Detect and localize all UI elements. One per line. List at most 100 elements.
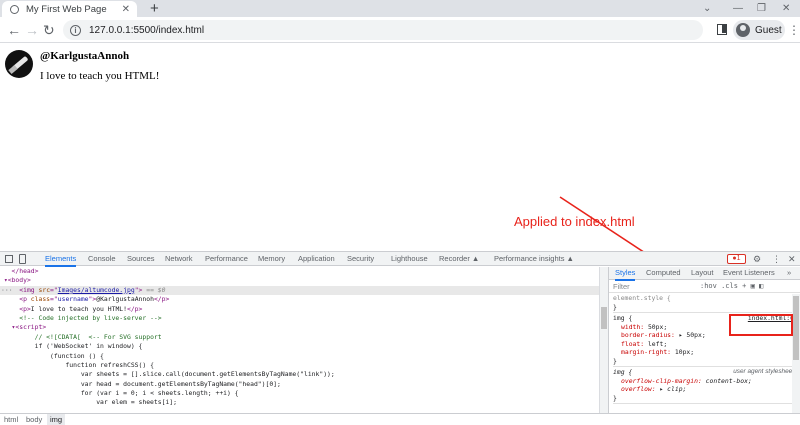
avatar-icon: [736, 23, 750, 37]
address-bar[interactable]: i 127.0.0.1:5500/index.html: [63, 20, 703, 40]
css-declaration[interactable]: border-radius: ▸ 50px;: [613, 331, 800, 340]
dom-code-line: var elem = sheets[i];: [96, 398, 177, 407]
tab-strip: My First Web Page ✕ + ⌄ — ❐ ✕: [0, 0, 800, 17]
rule-element-style[interactable]: element.style { }: [613, 293, 800, 313]
reload-icon[interactable]: ↻: [43, 22, 55, 38]
dom-node-script[interactable]: ▾<script>: [0, 323, 599, 332]
back-icon[interactable]: ←: [7, 22, 21, 38]
dom-head-close: </head>: [11, 267, 39, 275]
dom-code-line: (function () {: [50, 351, 104, 360]
dom-code-line: function refreshCSS() {: [65, 360, 154, 369]
dom-bio-text: I love to teach you HTML!: [30, 304, 127, 313]
dom-code-line: var head = document.getElementsByTagName…: [80, 379, 281, 388]
breadcrumb-body[interactable]: body: [26, 414, 42, 425]
styles-tabbar: Styles Computed Layout Event Listeners »: [609, 267, 800, 281]
tab-layout[interactable]: Layout: [691, 267, 714, 279]
dom-node-p-username[interactable]: <p class="username">@KarlgustaAnnoh</p>: [0, 295, 599, 304]
tab-console[interactable]: Console: [88, 252, 116, 265]
inspect-icon[interactable]: [5, 255, 13, 263]
dom-code-line: if ('WebSocket' in window) {: [34, 342, 143, 351]
styles-toolbar-icons[interactable]: :hov .cls + ▣ ◧: [700, 280, 763, 292]
browser-toolbar: ← → ↻ i 127.0.0.1:5500/index.html Guest …: [0, 17, 800, 43]
restore-icon[interactable]: ❐: [757, 0, 766, 17]
forward-icon[interactable]: →: [25, 22, 39, 38]
dom-code-line: // <![CDATA[ <-- For SVG support: [34, 332, 162, 341]
tab-computed[interactable]: Computed: [646, 267, 681, 279]
menu-icon[interactable]: ⋮: [788, 22, 800, 38]
css-declaration[interactable]: float: left;: [613, 340, 800, 349]
profile-button[interactable]: Guest: [733, 20, 785, 40]
tab-network[interactable]: Network: [165, 252, 193, 265]
tab-event-listeners[interactable]: Event Listeners: [723, 267, 775, 279]
rule-img-user-agent[interactable]: img { user agent stylesheet overflow-cli…: [613, 367, 800, 404]
annotation-label: Applied to index.html: [514, 214, 635, 229]
tab-search-icon[interactable]: ⌄: [703, 0, 711, 17]
styles-scrollbar[interactable]: [792, 294, 800, 413]
info-icon[interactable]: i: [70, 24, 81, 36]
bio-text: I love to teach you HTML!: [40, 70, 160, 82]
dom-scroll-thumb[interactable]: [601, 307, 607, 329]
profile-label: Guest: [755, 24, 782, 36]
tab-sources[interactable]: Sources: [127, 252, 155, 265]
dom-node-p-bio[interactable]: <p>I love to teach you HTML!</p>: [0, 305, 599, 314]
styles-pane: Styles Computed Layout Event Listeners »…: [608, 267, 800, 413]
side-panel-icon[interactable]: [717, 24, 727, 35]
dom-node-head-close[interactable]: </head>: [0, 267, 599, 276]
tab-title: My First Web Page: [26, 3, 107, 15]
browser-tab[interactable]: My First Web Page ✕: [2, 1, 137, 17]
devtools-tabbar: Elements Console Sources Network Perform…: [0, 252, 800, 267]
tab-security[interactable]: Security: [347, 252, 374, 265]
css-declaration[interactable]: width: 50px;: [613, 323, 800, 332]
dom-node-body[interactable]: ▾<body>: [0, 276, 599, 285]
styles-filter-input[interactable]: Filter: [613, 281, 630, 292]
element-style-selector: element.style {: [613, 294, 671, 302]
rule1-source-link[interactable]: index.html:6: [748, 314, 794, 323]
more-options-icon[interactable]: ⋮: [772, 252, 781, 266]
error-count: 1: [736, 255, 741, 262]
rule-close-brace: }: [613, 393, 617, 402]
dom-more-icon[interactable]: ···: [1, 286, 13, 295]
close-icon[interactable]: ✕: [122, 4, 130, 15]
devtools-panel: Elements Console Sources Network Perform…: [0, 251, 800, 425]
rule2-source: user agent stylesheet: [733, 368, 794, 375]
css-declaration[interactable]: margin-right: 10px;: [613, 348, 800, 357]
tab-elements[interactable]: Elements: [45, 252, 77, 267]
styles-rules: element.style { } img { index.html:6 wid…: [609, 293, 800, 404]
dom-code-line: var sheets = [].slice.call(document.getE…: [80, 370, 335, 379]
tab-application[interactable]: Application: [298, 252, 335, 265]
tab-performance[interactable]: Performance: [205, 252, 248, 265]
username-text: @KarlgustaAnnoh: [40, 50, 130, 62]
tab-memory[interactable]: Memory: [258, 252, 285, 265]
tab-overflow-chevron[interactable]: »: [787, 267, 791, 279]
rule-close-brace: }: [613, 356, 617, 365]
new-tab-button[interactable]: +: [150, 0, 159, 17]
device-toggle-icon[interactable]: [19, 254, 26, 264]
dom-scrollbar[interactable]: [599, 267, 608, 413]
minimize-icon[interactable]: —: [733, 0, 743, 17]
error-count-badge[interactable]: ●1: [727, 254, 746, 264]
breadcrumb-img[interactable]: img: [47, 414, 66, 425]
dom-node-img-selected[interactable]: ··· <img src="Images/altumcode.jpg"> == …: [0, 285, 599, 296]
img-src-link[interactable]: Images/altumcode.jpg: [58, 286, 135, 294]
breadcrumb-html[interactable]: html: [4, 414, 18, 425]
tab-styles[interactable]: Styles: [615, 267, 636, 281]
tab-lighthouse[interactable]: Lighthouse: [391, 252, 428, 265]
dom-body-open: <body>: [7, 276, 31, 285]
tab-recorder[interactable]: Recorder ▲: [439, 252, 479, 265]
dom-tree: </head> ▾<body> ··· <img src="Images/alt…: [0, 267, 599, 413]
styles-filter-row: Filter :hov .cls + ▣ ◧: [609, 280, 800, 293]
selected-marker: == $0: [146, 285, 166, 294]
dom-comment: <!-- Code injected by live-server -->: [19, 313, 162, 322]
page-viewport: @KarlgustaAnnoh I love to teach you HTML…: [0, 44, 800, 251]
rule-img-author[interactable]: img { index.html:6 width: 50px; border-r…: [613, 313, 800, 367]
css-declaration[interactable]: overflow-clip-margin: content-box;: [613, 377, 800, 386]
styles-scroll-thumb[interactable]: [793, 296, 799, 360]
close-window-icon[interactable]: ✕: [782, 0, 790, 17]
profile-image: [5, 50, 33, 78]
settings-icon[interactable]: ⚙: [753, 252, 761, 266]
tab-performance-insights[interactable]: Performance insights ▲: [494, 252, 574, 265]
dom-node-comment[interactable]: <!-- Code injected by live-server -->: [0, 314, 599, 323]
close-devtools-icon[interactable]: ✕: [788, 252, 796, 266]
css-declaration[interactable]: overflow: ▸ clip;: [613, 385, 800, 394]
dom-username-text: @KarlgustaAnnoh: [96, 295, 154, 304]
